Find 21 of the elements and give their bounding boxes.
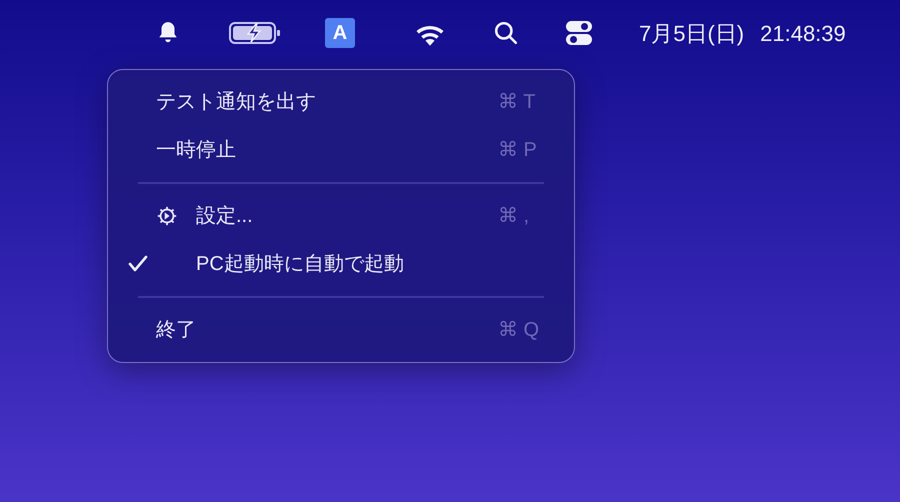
shortcut-label: ⌘ T bbox=[498, 90, 536, 115]
menu-item[interactable]: テスト通知を出す ⌘ T bbox=[108, 78, 574, 126]
shortcut-label: ⌘ P bbox=[498, 138, 538, 163]
shortcut-label: ⌘ Q bbox=[498, 318, 540, 343]
battery-charging-icon[interactable] bbox=[229, 21, 281, 45]
shortcut-label: ⌘ , bbox=[498, 204, 530, 229]
menu-item-label: 一時停止 bbox=[156, 138, 236, 163]
toggle-icon[interactable] bbox=[565, 20, 593, 46]
menu-item-label: テスト通知を出す bbox=[156, 90, 316, 115]
menu-item[interactable]: 設定... ⌘ , bbox=[108, 192, 574, 240]
date-label[interactable]: 7月5日(日) bbox=[639, 16, 744, 50]
time-label[interactable]: 21:48:39 bbox=[760, 16, 846, 50]
menu-item-label: 終了 bbox=[156, 318, 196, 343]
input-source-indicator[interactable]: A bbox=[325, 18, 355, 48]
menu-item-label: 設定... bbox=[196, 204, 253, 229]
menu-item[interactable]: 一時停止 ⌘ P bbox=[108, 126, 574, 174]
menu-item-label: PC起動時に自動で起動 bbox=[196, 252, 404, 277]
gear-icon bbox=[156, 205, 178, 227]
menu-item[interactable]: 終了 ⌘ Q bbox=[108, 306, 574, 354]
menu-item[interactable]: PC起動時に自動で起動 bbox=[108, 240, 574, 288]
search-icon[interactable] bbox=[493, 20, 519, 46]
